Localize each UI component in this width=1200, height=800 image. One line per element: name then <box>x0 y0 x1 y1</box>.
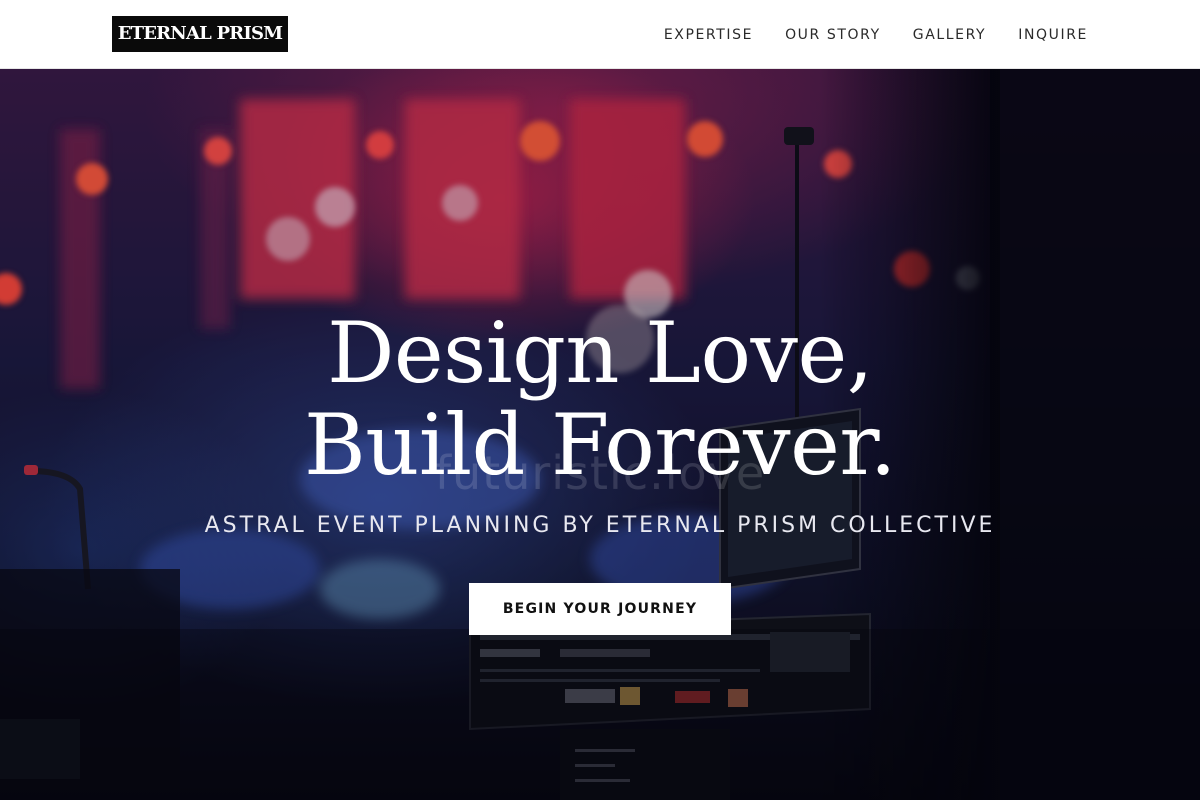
begin-journey-button[interactable]: BEGIN YOUR JOURNEY <box>469 583 731 635</box>
brand-logo[interactable]: ETERNAL PRISM <box>112 16 288 52</box>
site-header: ETERNAL PRISM EXPERTISE OUR STORY GALLER… <box>0 0 1200 69</box>
hero-tagline: ASTRAL EVENT PLANNING BY ETERNAL PRISM C… <box>204 513 996 538</box>
nav-link-inquire[interactable]: INQUIRE <box>1018 27 1088 43</box>
hero-headline: Design Love, Build Forever. <box>0 307 1200 491</box>
nav-link-our-story[interactable]: OUR STORY <box>785 27 881 43</box>
main-nav: EXPERTISE OUR STORY GALLERY INQUIRE <box>664 0 1088 69</box>
nav-link-expertise[interactable]: EXPERTISE <box>664 27 753 43</box>
headline-line-2: Build Forever. <box>304 396 896 494</box>
headline-line-1: Design Love, <box>327 304 873 402</box>
hero-section: futuristic.love Design Love, Build Forev… <box>0 69 1200 800</box>
nav-link-gallery[interactable]: GALLERY <box>913 27 986 43</box>
